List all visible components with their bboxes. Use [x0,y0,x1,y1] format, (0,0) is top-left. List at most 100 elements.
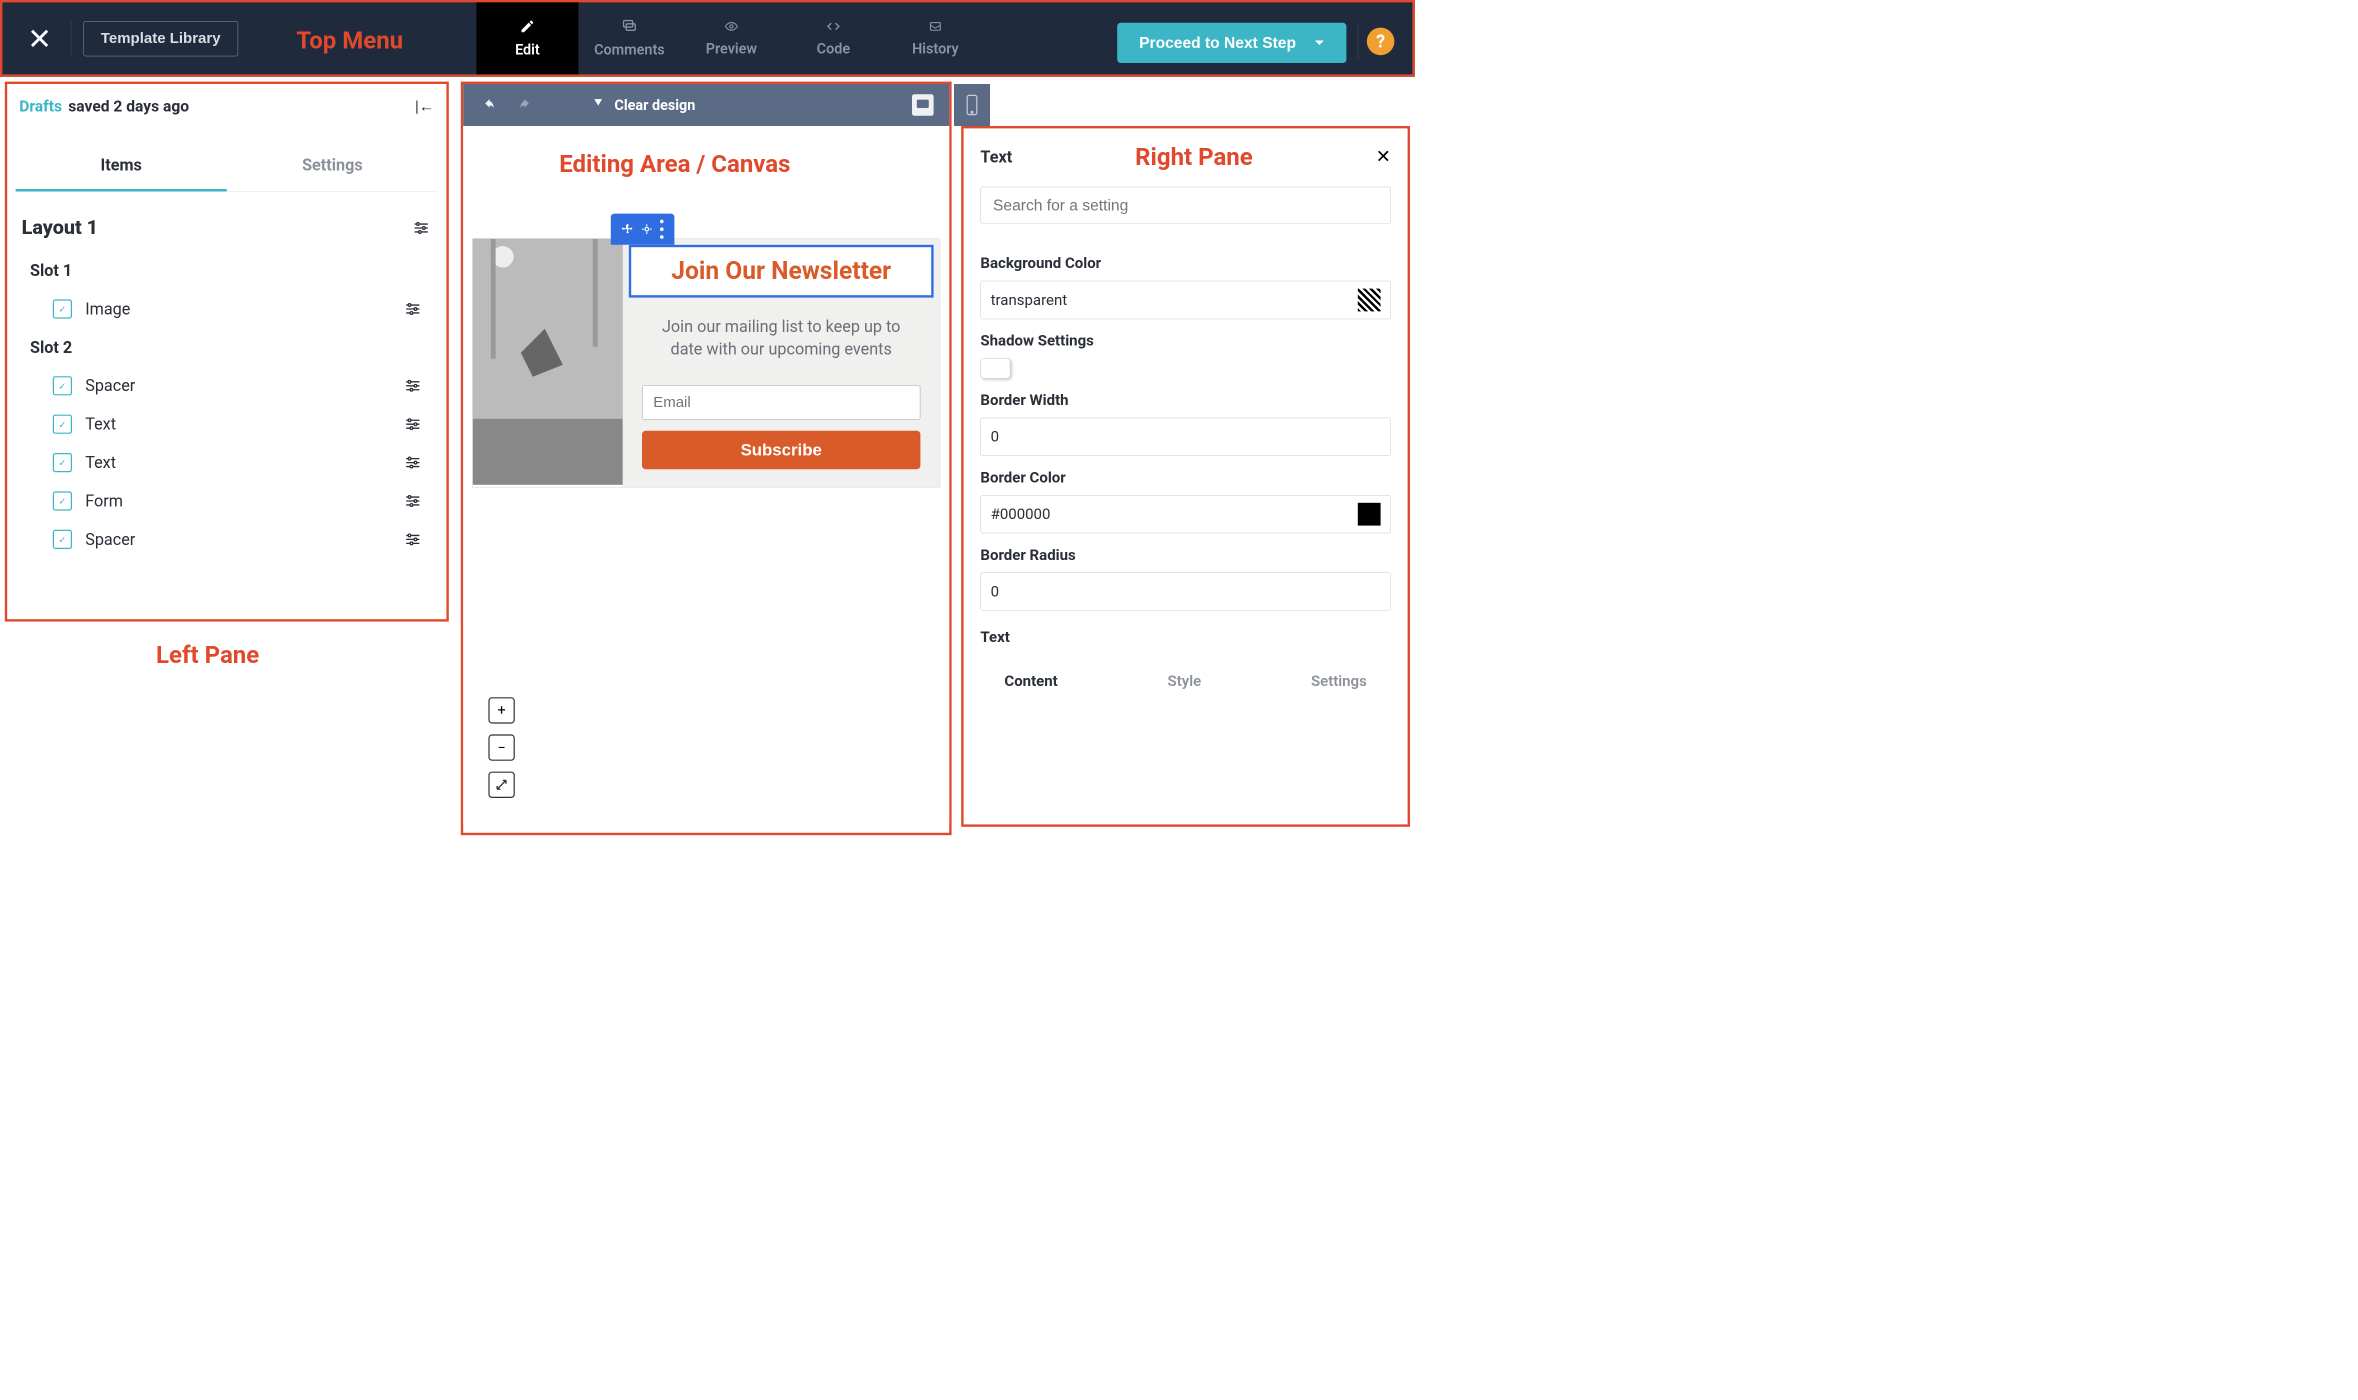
subtab-content[interactable]: Content [1004,673,1057,690]
border-width-field[interactable]: 0 [980,418,1390,456]
chevron-down-icon [1314,39,1325,46]
tree-item[interactable]: ✓ Image [16,290,438,328]
tree-item-label: Image [85,299,389,318]
border-width-label: Border Width [980,392,1390,409]
slot-title-1: Slot 1 [16,251,438,289]
adjust-icon[interactable] [402,375,424,397]
tree-item-label: Spacer [85,530,389,549]
collapse-icon[interactable]: |← [415,97,434,116]
right-pane: Text Right Pane ✕ Background Color trans… [961,126,1410,827]
tab-code[interactable]: Code [782,2,884,74]
checkbox-icon[interactable]: ✓ [53,453,72,472]
text-section-label: Text [980,629,1390,646]
fullscreen-button[interactable] [488,772,514,798]
left-pane: Drafts saved 2 days ago |← Items Setting… [5,82,449,622]
tab-history[interactable]: History [884,2,986,74]
newsletter-title: Join Our Newsletter [646,257,917,286]
clear-design-button[interactable]: Clear design [590,97,695,114]
kebab-icon[interactable] [660,218,664,240]
shadow-label: Shadow Settings [980,332,1390,349]
close-icon[interactable] [20,19,58,57]
zoom-in-button[interactable]: + [488,697,514,723]
proceed-button[interactable]: Proceed to Next Step [1117,23,1346,63]
top-menu-bar: Template Library Top Menu Edit Comments … [0,0,1415,77]
right-pane-title: Text [980,147,1012,166]
tab-edit-label: Edit [515,41,540,58]
transparent-swatch-icon[interactable] [1358,289,1381,312]
tab-preview-label: Preview [706,40,757,57]
black-swatch-icon[interactable] [1358,503,1381,526]
close-icon[interactable]: ✕ [1376,146,1391,167]
template-library-button[interactable]: Template Library [83,21,238,56]
newsletter-subtitle: Join our mailing list to keep up to date… [623,304,940,379]
saved-time: saved 2 days ago [68,98,189,116]
proceed-label: Proceed to Next Step [1139,34,1296,53]
tree-item[interactable]: ✓ Text [16,443,438,481]
annotation-left-pane: Left Pane [156,641,259,669]
bg-color-value: transparent [991,291,1068,308]
shadow-settings-button[interactable] [980,358,1010,378]
checkbox-icon[interactable]: ✓ [53,415,72,434]
divider [71,20,72,56]
canvas-area: Clear design Editing Area / Canvas [461,82,952,836]
search-input[interactable] [980,187,1390,224]
preview-card[interactable]: Join Our Newsletter Join our mailing lis… [472,238,940,487]
border-color-label: Border Color [980,469,1390,486]
annotation-right-pane: Right Pane [1135,143,1253,171]
adjust-icon[interactable] [410,217,432,239]
zoom-out-button[interactable]: − [488,734,514,760]
tab-preview[interactable]: Preview [680,2,782,74]
tree-item[interactable]: ✓ Spacer [16,367,438,405]
border-color-value: #000000 [991,506,1051,523]
bg-color-field[interactable]: transparent [980,281,1390,319]
subtab-style[interactable]: Style [1168,673,1202,690]
tree-item[interactable]: ✓ Text [16,405,438,443]
adjust-icon[interactable] [402,490,424,512]
undo-icon[interactable] [479,94,501,116]
tab-comments[interactable]: Comments [578,2,680,74]
tree-item[interactable]: ✓ Spacer [16,520,438,558]
left-tab-settings[interactable]: Settings [227,141,438,191]
left-tab-items[interactable]: Items [16,141,227,191]
adjust-icon[interactable] [402,452,424,474]
tab-history-label: History [912,40,959,57]
move-icon[interactable] [622,223,634,235]
tab-code-label: Code [817,40,850,57]
tree-item-label: Text [85,453,389,472]
layout-title: Layout 1 [22,216,99,239]
adjust-icon[interactable] [402,529,424,551]
subtab-settings[interactable]: Settings [1311,673,1367,690]
tree-item-label: Form [85,491,389,510]
checkbox-icon[interactable]: ✓ [53,491,72,510]
tree-item-label: Text [85,415,389,434]
clear-design-label: Clear design [614,97,695,114]
checkbox-icon[interactable]: ✓ [53,299,72,318]
desktop-icon[interactable] [912,94,934,116]
selected-text-block[interactable]: Join Our Newsletter [629,245,934,298]
border-radius-value: 0 [991,583,999,600]
selection-toolbar[interactable] [611,214,675,245]
border-radius-field[interactable]: 0 [980,572,1390,610]
adjust-icon[interactable] [402,298,424,320]
checkbox-icon[interactable]: ✓ [53,376,72,395]
tree-item[interactable]: ✓ Form [16,482,438,520]
subscribe-button[interactable]: Subscribe [642,431,921,469]
email-field[interactable] [642,385,921,420]
slot-title-2: Slot 2 [16,328,438,366]
help-icon[interactable]: ? [1367,28,1395,56]
border-color-field[interactable]: #000000 [980,495,1390,533]
border-width-value: 0 [991,428,999,445]
adjust-icon[interactable] [402,413,424,435]
divider [1358,23,1359,59]
bg-color-label: Background Color [980,255,1390,272]
gear-icon[interactable] [641,223,653,235]
tree-item-label: Spacer [85,376,389,395]
preview-image[interactable] [473,239,623,485]
tab-comments-label: Comments [594,41,665,58]
checkbox-icon[interactable]: ✓ [53,530,72,549]
drafts-link[interactable]: Drafts [19,98,62,116]
annotation-top-menu: Top Menu [296,26,403,54]
redo-icon[interactable] [514,94,536,116]
mobile-icon[interactable] [954,84,990,126]
tab-edit[interactable]: Edit [476,2,578,74]
